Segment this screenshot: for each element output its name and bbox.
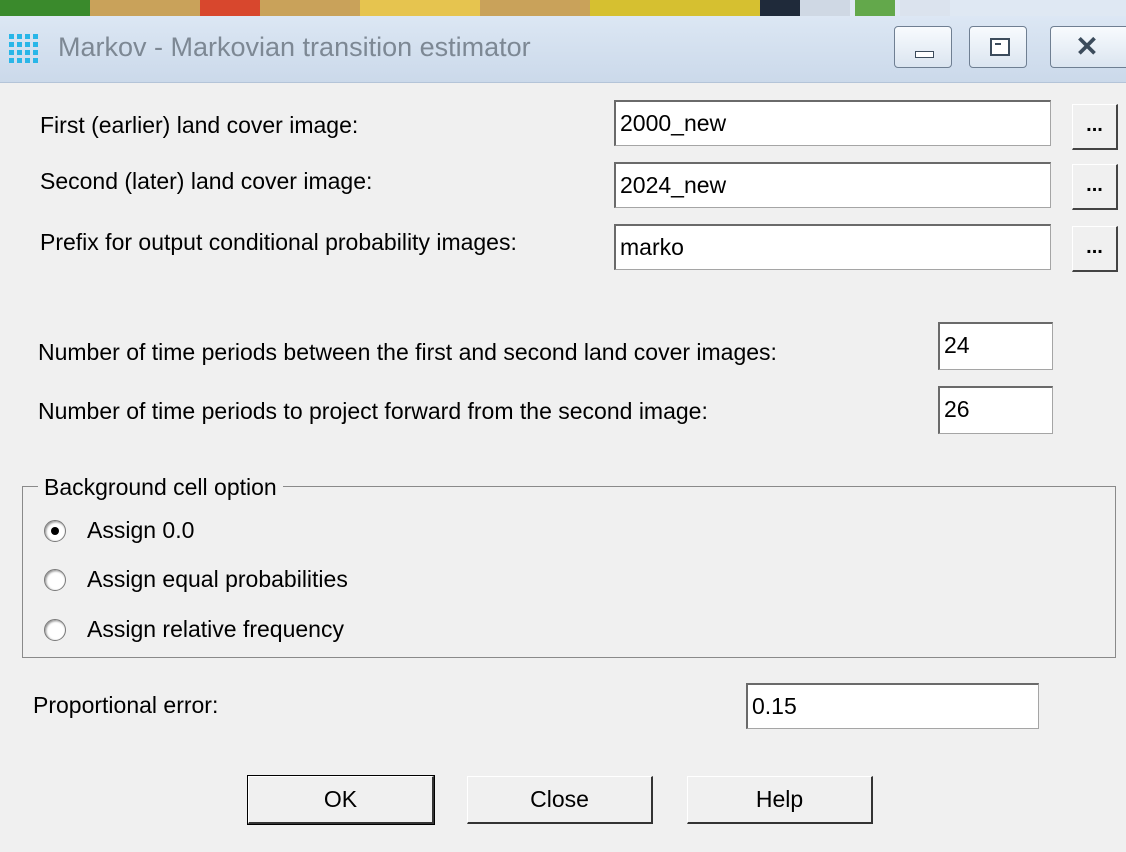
periods-forward-input[interactable]: 26 [938, 386, 1053, 434]
prefix-label: Prefix for output conditional probabilit… [40, 229, 517, 255]
radio-label: Assign 0.0 [87, 517, 195, 543]
radio-button[interactable] [44, 569, 66, 591]
window-title: Markov - Markovian transition estimator [58, 32, 531, 62]
second-image-browse-button[interactable]: ... [1072, 164, 1118, 210]
prefix-browse-button[interactable]: ... [1072, 226, 1118, 272]
first-image-label: First (earlier) land cover image: [40, 112, 359, 138]
radio-label: Assign relative frequency [87, 616, 344, 642]
radio-button[interactable] [44, 619, 66, 641]
radio-label: Assign equal probabilities [87, 566, 348, 592]
close-window-button[interactable]: ✕ [1050, 26, 1126, 68]
ok-button[interactable]: OK [247, 775, 435, 825]
first-image-browse-button[interactable]: ... [1072, 104, 1118, 150]
minimize-button[interactable] [894, 26, 952, 68]
proportional-error-input[interactable]: 0.15 [746, 683, 1039, 729]
app-grid-icon [9, 34, 39, 64]
background-option-legend: Background cell option [38, 474, 283, 501]
close-icon: ✕ [1075, 31, 1099, 62]
help-button[interactable]: Help [687, 776, 873, 824]
periods-between-input[interactable]: 24 [938, 322, 1053, 370]
first-image-input[interactable]: 2000_new [614, 100, 1051, 146]
title-bar[interactable]: Markov - Markovian transition estimator … [0, 16, 1126, 83]
second-image-label: Second (later) land cover image: [40, 168, 373, 194]
maximize-icon [990, 38, 1010, 56]
close-button[interactable]: Close [467, 776, 653, 824]
periods-between-label: Number of time periods between the first… [38, 339, 777, 365]
radio-button-checked[interactable] [44, 520, 66, 542]
proportional-error-label: Proportional error: [33, 692, 219, 718]
maximize-button[interactable] [969, 26, 1027, 68]
prefix-input[interactable]: marko [614, 224, 1051, 270]
periods-forward-label: Number of time periods to project forwar… [38, 398, 708, 424]
minimize-icon [915, 51, 934, 58]
second-image-input[interactable]: 2024_new [614, 162, 1051, 208]
desktop-background-strip [0, 0, 1126, 16]
